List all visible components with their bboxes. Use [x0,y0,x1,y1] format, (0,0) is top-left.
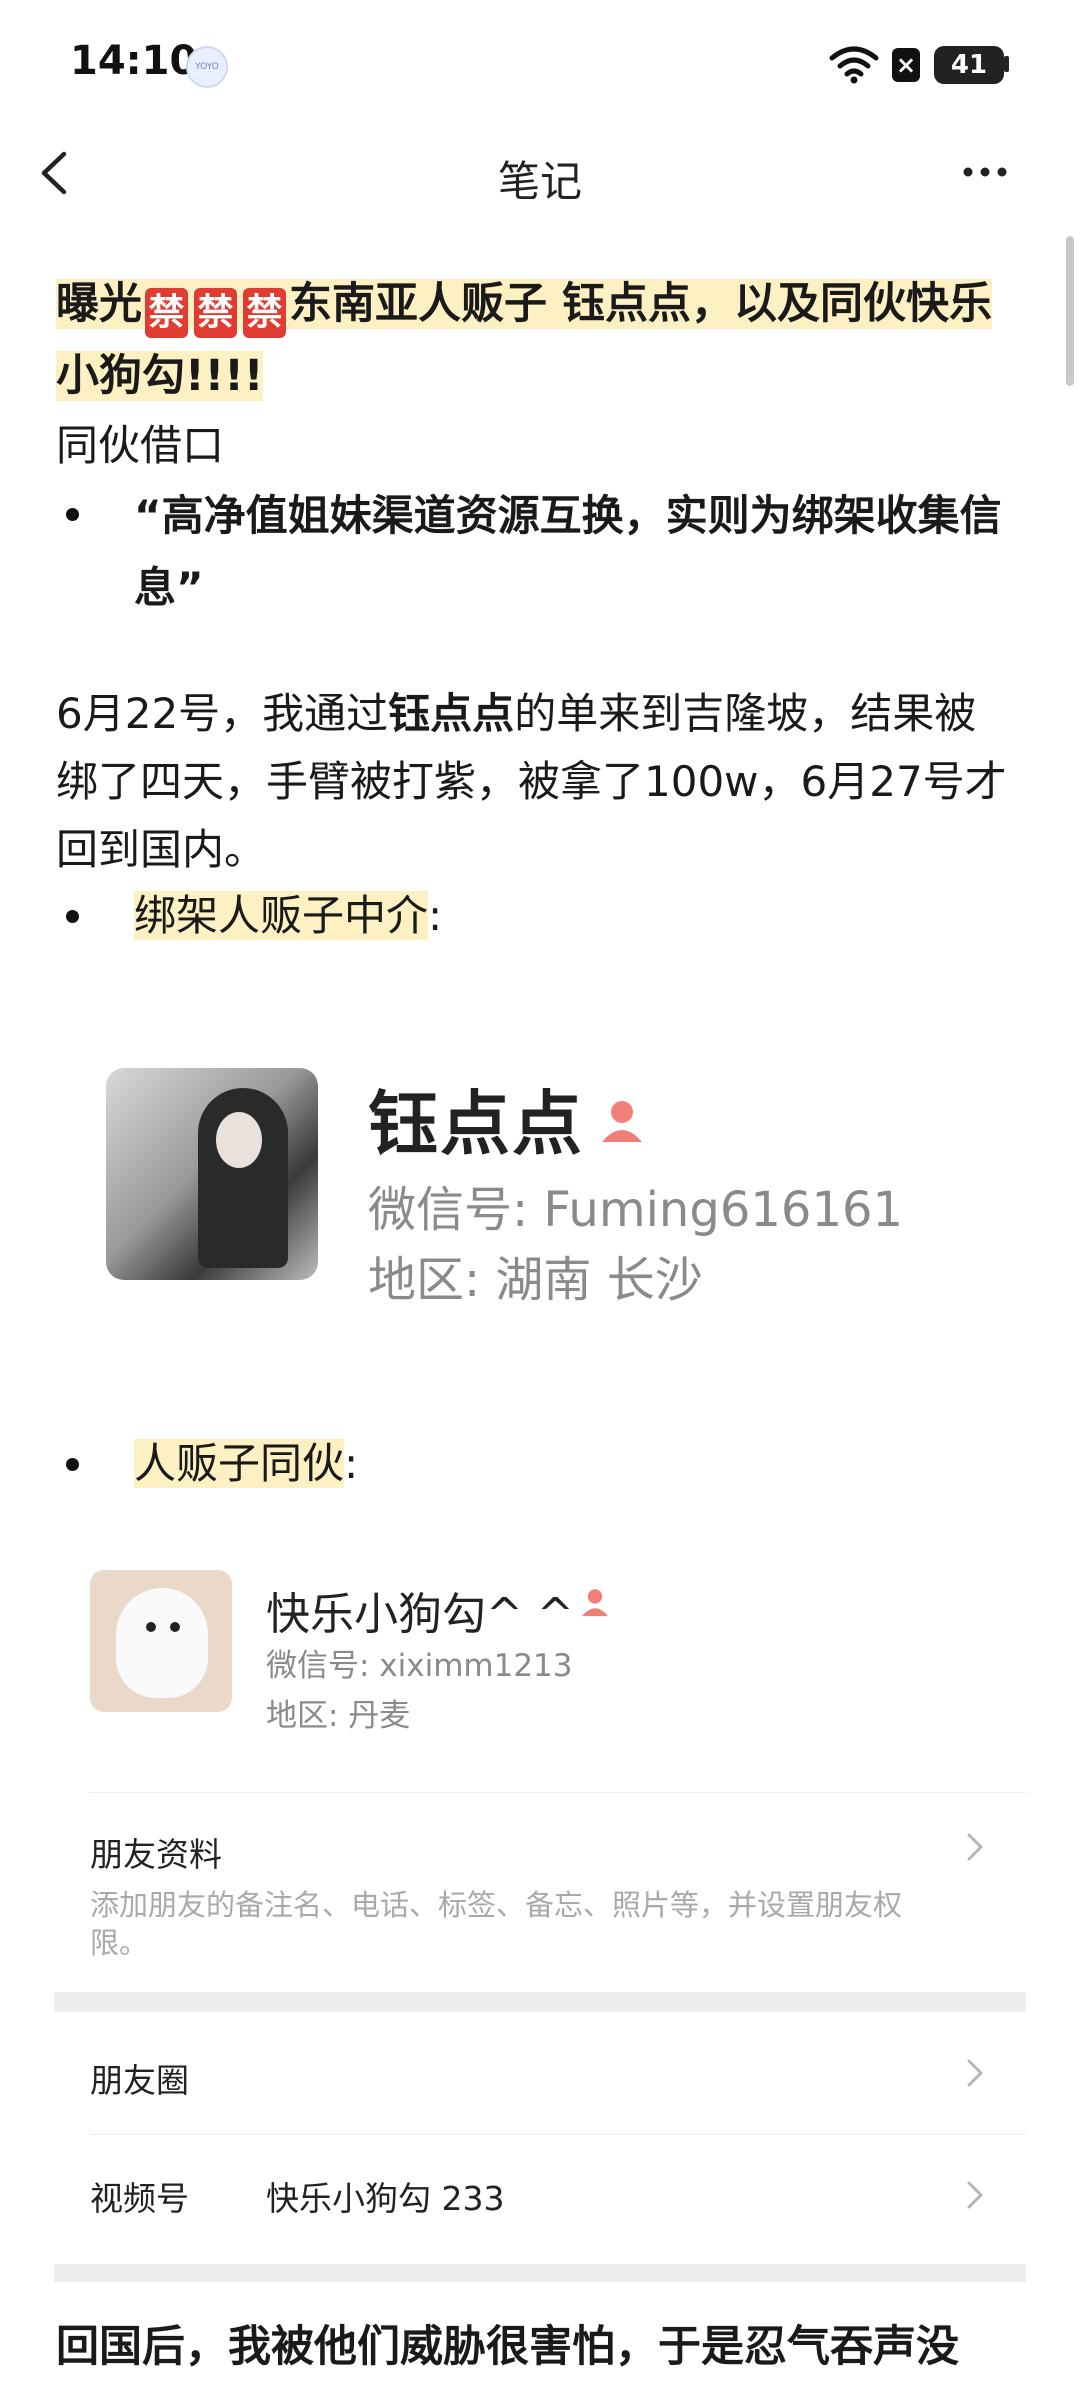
notification-close-icon: × [892,48,920,82]
headline-prefix: 曝光 [56,279,142,329]
app-notification-icon: YOYO [186,46,228,88]
section-gap [54,1992,1026,2012]
channels-row-title: 视频号 [90,2179,189,2218]
battery-icon: 41 [934,46,1004,84]
para-bold-name: 钰点点 [388,689,515,738]
broker-profile-card: 钰点点 微信号: Fuming616161 地区: 湖南 长沙 [106,1068,1006,1308]
chevron-right-icon [967,1833,983,1861]
status-bar: 14:10 YOYO × 41 [0,0,1080,130]
divider [90,1792,1026,1793]
post-body: 曝光禁禁禁东南亚人贩子 钰点点，以及同伙快乐小狗勾!!!! 同伙借口 “高净值姐… [56,268,1016,946]
divider [90,2134,1026,2135]
channels-row-value: 快乐小狗勾 233 [266,2179,505,2218]
broker-wechat-id: 微信号: Fuming616161 [368,1182,904,1238]
bullet-dot [66,508,79,521]
post-subtitle: 同伙借口 [56,421,225,470]
moments-row-title: 朋友圈 [90,2061,189,2100]
female-person-icon [602,1101,642,1142]
accomplice-profile-card: 快乐小狗勾^ ^ 微信号: xiximm1213 地区: 丹麦 朋友资料 添加朋… [54,1560,1026,2282]
more-options-icon[interactable] [960,150,1010,190]
accomplice-region: 地区: 丹麦 [266,1698,411,1734]
para-text-1: 6月22号，我通过 [56,689,389,738]
accomplice-wechat-id: 微信号: xiximm1213 [266,1648,573,1684]
broker-region: 地区: 湖南 长沙 [368,1252,703,1308]
list-item: 人贩子同伙: [56,1434,358,1494]
bullet-dot [66,1458,79,1471]
status-time: 14:10 [70,38,198,84]
chevron-right-icon [967,2059,983,2087]
list-item: “高净值姐妹渠道资源互换，实则为绑架收集信息” [56,480,1016,624]
bullet-dot [66,910,79,923]
female-person-icon [581,1589,609,1617]
ban-emoji-2: 禁 [194,288,237,338]
label-broker: 绑架人贩子中介 [134,891,429,940]
page-title: 笔记 [497,157,582,206]
ban-emoji-1: 禁 [145,288,188,338]
accomplice-avatar [90,1570,232,1712]
broker-avatar [106,1068,318,1280]
wifi-icon [829,46,879,84]
broker-name: 钰点点 [368,1083,584,1165]
battery-tip [1004,56,1009,72]
label-accomplice: 人贩子同伙 [134,1439,345,1488]
list-item: 绑架人贩子中介: [56,886,1016,946]
story-paragraph: 6月22号，我通过钰点点的单来到吉隆坡，结果被绑了四天，手臂被打紫，被拿了100… [56,680,1016,884]
colon: : [428,891,443,940]
friend-info-subtitle: 添加朋友的备注名、电话、标签、备忘、照片等，并设置朋友权限。 [90,1888,903,1960]
section-gap [54,2264,1026,2282]
post-headline: 曝光禁禁禁东南亚人贩子 钰点点，以及同伙快乐小狗勾!!!! [56,268,1016,412]
chevron-right-icon [967,2181,983,2209]
friend-info-title: 朋友资料 [90,1835,222,1874]
quote-text: “高净值姐妹渠道资源互换，实则为绑架收集信息” [134,491,1002,612]
ban-emoji-3: 禁 [243,288,286,338]
colon: : [344,1439,359,1488]
bottom-paragraph: 回国后，我被他们威胁很害怕，于是忍气吞声没 [56,2322,959,2372]
accomplice-name: 快乐小狗勾^ ^ [266,1589,574,1640]
scrollbar[interactable] [1066,236,1074,386]
